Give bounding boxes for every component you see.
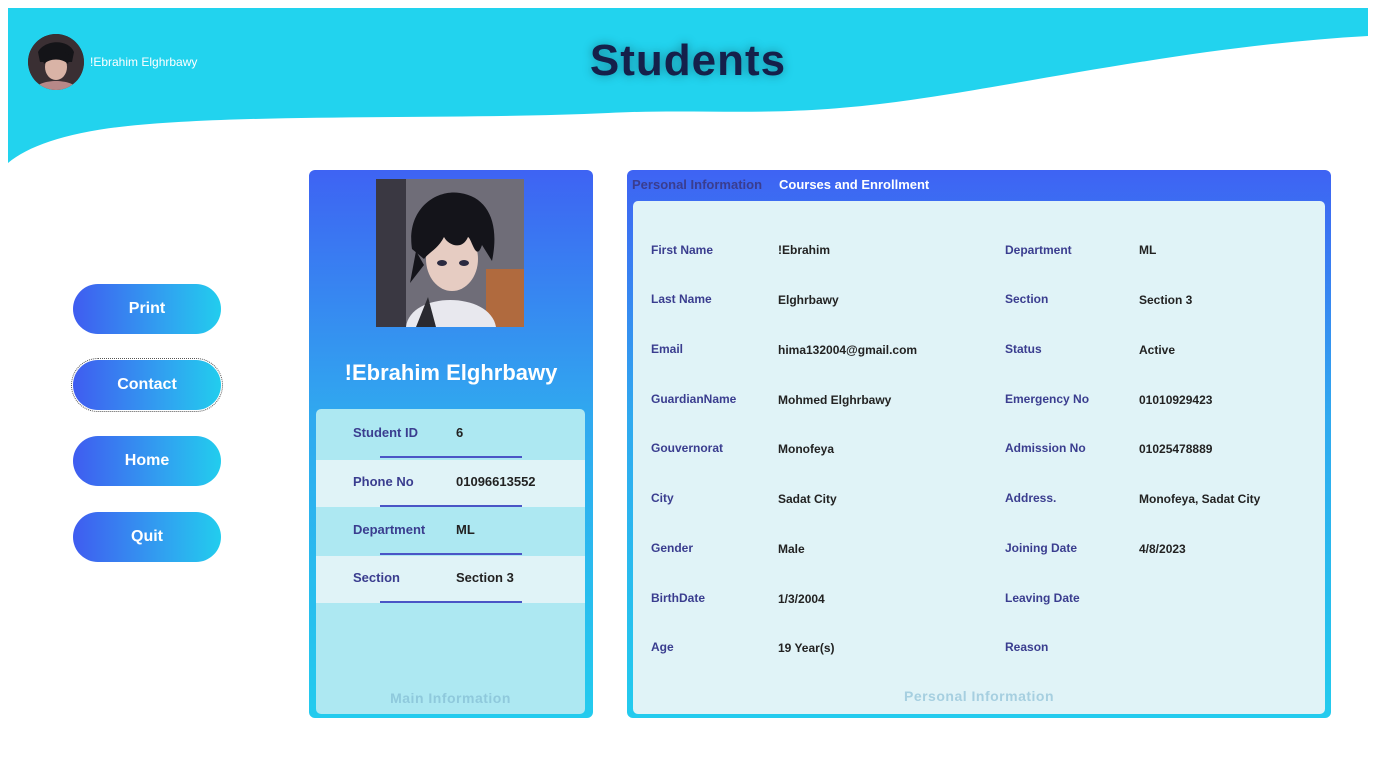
info-row-phone: Phone No 01096613552 xyxy=(316,460,585,507)
main-info-caption: Main Information xyxy=(390,690,511,706)
field-label: GuardianName xyxy=(651,392,737,406)
page-title: Students xyxy=(589,36,787,85)
student-name: !Ebrahim Elghrbawy xyxy=(344,360,558,385)
field-value: Male xyxy=(778,542,805,556)
field-label: Last Name xyxy=(651,292,712,306)
print-button[interactable]: Print xyxy=(73,284,221,334)
field-value: 01010929423 xyxy=(1139,393,1213,407)
field-label: Leaving Date xyxy=(1005,591,1080,605)
field-label: Age xyxy=(651,640,674,654)
info-label: Department xyxy=(353,522,425,537)
field-label: Address. xyxy=(1005,491,1057,505)
info-value: ML xyxy=(456,522,475,537)
info-row-section: Section Section 3 xyxy=(316,556,585,603)
field-label: Emergency No xyxy=(1005,392,1090,406)
field-label: Joining Date xyxy=(1005,541,1078,555)
field-value: 1/3/2004 xyxy=(778,592,825,606)
contact-button[interactable]: Contact xyxy=(71,358,223,412)
row-divider xyxy=(380,601,522,603)
tab-personal-information[interactable]: Personal Information xyxy=(632,177,762,192)
field-value: Active xyxy=(1139,343,1176,357)
field-label: Section xyxy=(1005,292,1049,306)
info-value: Section 3 xyxy=(456,570,514,585)
row-divider xyxy=(380,505,522,507)
field-label: Department xyxy=(1005,243,1072,257)
info-label: Section xyxy=(353,570,400,585)
app-window: !Ebrahim Elghrbawy Students Print Contac… xyxy=(8,8,1368,771)
info-row-department: Department ML xyxy=(316,508,585,555)
tab-courses-enrollment[interactable]: Courses and Enrollment xyxy=(779,177,929,192)
field-label: Status xyxy=(1005,342,1042,356)
header-wave xyxy=(8,8,1368,163)
student-photo-icon xyxy=(376,179,524,327)
field-value: ML xyxy=(1139,243,1157,257)
student-photo xyxy=(376,179,524,327)
field-value: 4/8/2023 xyxy=(1139,542,1186,556)
field-value: Monofeya, Sadat City xyxy=(1139,492,1261,506)
field-label: BirthDate xyxy=(651,591,706,605)
field-label: Email xyxy=(651,342,684,356)
field-value: 19 Year(s) xyxy=(778,641,835,655)
field-value: Section 3 xyxy=(1139,293,1193,307)
field-label: Reason xyxy=(1005,640,1049,654)
info-value: 01096613552 xyxy=(456,474,536,489)
row-divider xyxy=(380,456,522,458)
main-info-panel: Student ID 6 Phone No 01096613552 Depart… xyxy=(316,409,585,714)
personal-info-panel: First Name !Ebrahim Department ML Last N… xyxy=(633,201,1325,714)
field-value: hima132004@gmail.com xyxy=(778,343,918,357)
field-label: City xyxy=(651,491,674,505)
field-label: Admission No xyxy=(1005,441,1086,455)
home-button[interactable]: Home xyxy=(73,436,221,486)
field-value: Mohmed Elghrbawy xyxy=(778,393,892,407)
field-value: Sadat City xyxy=(778,492,837,506)
quit-button[interactable]: Quit xyxy=(73,512,221,562)
row-divider xyxy=(380,553,522,555)
main-info-card: !Ebrahim Elghrbawy Student ID 6 Phone No… xyxy=(309,170,593,718)
field-value: Monofeya xyxy=(778,442,835,456)
field-label: Gouvernorat xyxy=(651,441,724,455)
info-row-student-id: Student ID 6 xyxy=(316,411,585,458)
field-label: Gender xyxy=(651,541,694,555)
field-value: Elghrbawy xyxy=(778,293,839,307)
info-value: 6 xyxy=(456,425,464,440)
details-card: Personal Information Courses and Enrollm… xyxy=(627,170,1331,718)
field-value: !Ebrahim xyxy=(778,243,831,257)
field-label: First Name xyxy=(651,243,714,257)
field-value: 01025478889 xyxy=(1139,442,1213,456)
personal-info-caption: Personal Information xyxy=(903,688,1055,704)
info-label: Phone No xyxy=(353,474,414,489)
info-label: Student ID xyxy=(353,425,418,440)
